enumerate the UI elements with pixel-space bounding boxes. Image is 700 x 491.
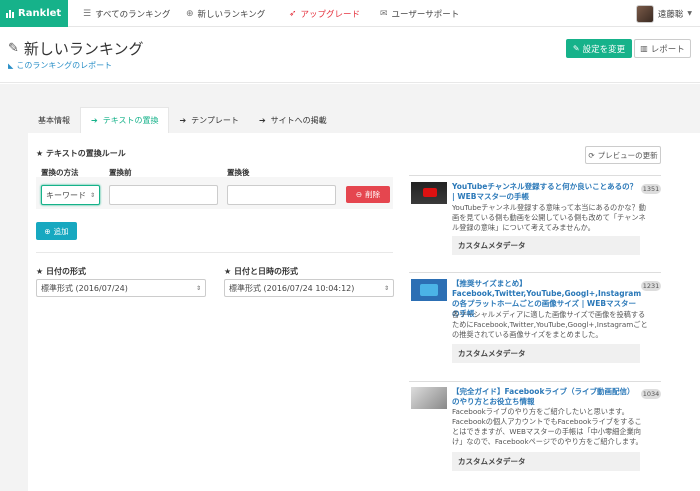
plus-circle-icon: ⊕ [44,226,51,236]
tab-basic-info-label: 基本情報 [38,115,70,125]
replace-rules-title: ★ テキストの置換ルール [36,149,126,158]
edit-icon: ✎ [8,41,19,56]
arrow-right-icon: ➔ [91,116,98,125]
article-description: Facebookライブのやり方をご紹介したいと思います。Facebookの個人ア… [452,407,643,446]
edit-square-icon: ✎ [572,44,580,53]
custom-metadata: カスタムメタデータ [452,344,640,363]
article-thumbnail [411,182,447,204]
plus-circle-icon: ⊕ [186,8,194,19]
ranking-report-link[interactable]: ◣ このランキングのレポート [8,60,112,71]
datetime-format-title: ★ 日付と日時の形式 [224,267,298,276]
report-button-label: レポート [650,44,685,55]
preview-article: 【完全ガイド】Facebookライブ（ライブ動画配信）のやり方とお役立ち情報 1… [409,381,661,486]
view-count-badge: 1351 [641,184,661,194]
date-format-value: 標準形式 (2016/07/24) [41,283,128,293]
delete-rule-label: 削除 [365,190,381,199]
list-icon: ☰ [83,8,92,19]
date-format-select[interactable]: 標準形式 (2016/07/24) ⇕ [36,279,206,297]
article-divider [409,272,661,273]
top-navbar: Ranklet ☰ すべてのランキング ⊕ 新しいランキング ➶ アップグレード… [0,0,700,27]
area-chart-icon: ◣ [8,61,14,70]
replace-after-input[interactable] [227,185,336,205]
user-name: 遠藤聡 [657,9,684,20]
caret-down-icon: ▼ [687,10,692,17]
date-format-title: ★ 日付の形式 [36,267,86,276]
tab-text-replace[interactable]: ➔ テキストの置換 [80,107,170,133]
page-title: ✎ 新しいランキング [8,38,143,59]
add-rule-label: 追加 [53,226,69,236]
delete-rule-button[interactable]: ⊖ 削除 [346,186,390,203]
arrow-right-icon: ➔ [179,115,187,125]
datetime-format-value: 標準形式 (2016/07/24 10:04:12) [229,283,355,293]
select-arrows-icon: ⇕ [195,284,201,292]
save-settings-label: 設定を変更 [582,44,626,55]
page-header: ✎ 新しいランキング ◣ このランキングのレポート ✎ 設定を変更 ▥ レポート [0,28,700,83]
article-divider [409,381,661,382]
datetime-format-select[interactable]: 標準形式 (2016/07/24 10:04:12) ⇕ [224,279,394,297]
article-description: YouTubeチャンネル登録する意味って本当にあるのかな？動画を見ている側も動画… [452,203,646,232]
article-title-link[interactable]: YouTubeチャンネル登録すると何か良いことあるの？ | WEBマスターの手帳 [452,182,640,202]
save-settings-button[interactable]: ✎ 設定を変更 [566,39,632,58]
minus-circle-icon: ⊖ [355,190,363,199]
nav-new-ranking[interactable]: ⊕ 新しいランキング [186,0,265,27]
article-description: 各ソーシャルメディアに適した画像サイズで画像を投稿するためにFacebook,T… [452,310,648,339]
bar-chart-icon [6,9,14,18]
tab-site-embed-label: サイトへの掲載 [270,115,327,125]
custom-metadata: カスタムメタデータ [452,452,640,471]
refresh-preview-button[interactable]: ⟳ プレビューの更新 [585,146,661,164]
ranking-report-link-text: このランキングのレポート [16,61,113,70]
view-count-badge: 1034 [641,389,661,399]
nav-upgrade-label: アップグレード [300,9,361,20]
preview-article: 【推奨サイズまとめ】Facebook,Twitter,YouTube,Googl… [409,272,661,372]
avatar [635,4,654,23]
nav-new-ranking-label: 新しいランキング [197,9,266,20]
replace-before-input[interactable] [109,185,218,205]
bar-chart-icon: ▥ [640,44,648,53]
nav-all-rankings[interactable]: ☰ すべてのランキング [83,0,170,27]
article-title-link[interactable]: 【完全ガイド】Facebookライブ（ライブ動画配信）のやり方とお役立ち情報 [452,387,640,407]
refresh-preview-label: プレビューの更新 [597,150,658,160]
brand-name: Ranklet [18,8,62,19]
tab-template[interactable]: ➔ テンプレート [169,107,248,133]
nav-all-rankings-label: すべてのランキング [95,9,171,20]
tab-template-label: テンプレート [191,115,239,125]
replace-method-value: キーワード [46,190,86,200]
report-button[interactable]: ▥ レポート [634,39,691,58]
preview-article: YouTubeチャンネル登録すると何か良いことあるの？ | WEBマスターの手帳… [409,175,661,265]
article-thumbnail [411,387,447,409]
tab-basic-info[interactable]: 基本情報 [28,107,80,133]
folder-icon [420,284,438,296]
arrow-right-icon: ➔ [258,115,266,125]
rocket-icon: ➶ [289,8,297,19]
mail-icon: ✉ [380,8,388,19]
select-arrows-icon: ⇕ [383,284,389,292]
replace-method-select[interactable]: キーワード ⇕ [41,185,100,205]
tab-site-embed[interactable]: ➔ サイトへの掲載 [249,107,337,133]
tab-text-replace-label: テキストの置換 [102,116,159,125]
settings-tabs: 基本情報 ➔ テキストの置換 ➔ テンプレート ➔ サイトへの掲載 [28,107,337,133]
article-divider [409,175,661,176]
brand-logo[interactable]: Ranklet [0,0,68,27]
section-divider [36,252,393,253]
custom-metadata: カスタムメタデータ [452,236,640,255]
nav-support[interactable]: ✉ ユーザーサポート [380,0,459,27]
select-arrows-icon: ⇕ [89,191,95,199]
add-rule-button[interactable]: ⊕ 追加 [36,222,77,240]
nav-upgrade[interactable]: ➶ アップグレード [289,0,360,27]
nav-support-label: ユーザーサポート [391,9,460,20]
view-count-badge: 1231 [641,281,661,291]
page-title-text: 新しいランキング [23,40,144,58]
youtube-logo-icon [423,188,437,197]
article-thumbnail [411,279,447,301]
refresh-icon: ⟳ [588,150,595,160]
user-menu[interactable]: 遠藤聡 ▼ [635,3,692,24]
